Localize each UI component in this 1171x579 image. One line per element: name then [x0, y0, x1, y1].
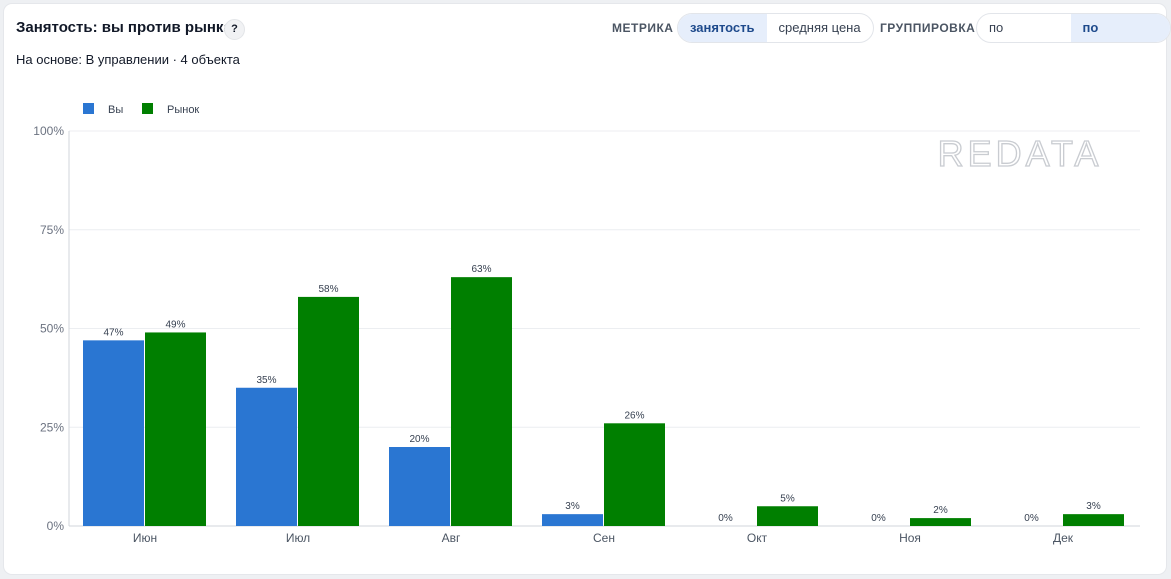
data-label: 3% [1086, 501, 1101, 512]
bar [451, 277, 512, 526]
data-label: 0% [718, 513, 733, 524]
y-tick-label: 50% [40, 322, 64, 336]
y-tick-label: 75% [40, 223, 64, 237]
y-tick-label: 100% [33, 124, 64, 138]
x-tick-label: Ноя [899, 531, 921, 545]
data-label: 58% [318, 284, 338, 295]
bar [604, 423, 665, 526]
y-tick-label: 25% [40, 420, 64, 434]
bar [236, 387, 297, 526]
bar [83, 340, 144, 526]
data-label: 0% [871, 513, 886, 524]
data-label: 63% [471, 264, 491, 275]
legend-swatch [142, 103, 153, 114]
bar [910, 518, 971, 526]
bar [1063, 514, 1124, 526]
bar [757, 506, 818, 526]
legend-label: Рынок [167, 104, 199, 116]
bar [298, 296, 359, 526]
data-label: 2% [933, 505, 948, 516]
watermark-logo: REDATA [938, 133, 1103, 174]
bar-chart: REDATA 0% 25% 50% 75% 100% 47% 49% Июн 35% 58% Июл… [33, 103, 1140, 545]
x-tick-label: Дек [1053, 531, 1074, 545]
x-tick-label: Сен [593, 531, 615, 545]
legend-label: Вы [108, 104, 123, 116]
legend-swatch [83, 103, 94, 114]
data-label: 35% [256, 375, 276, 386]
bar [542, 514, 603, 526]
data-label: 47% [103, 327, 123, 338]
x-tick-label: Окт [747, 531, 768, 545]
data-label: 49% [165, 319, 185, 330]
x-tick-label: Июн [133, 531, 157, 545]
x-tick-label: Авг [442, 531, 461, 545]
bar [389, 447, 450, 526]
data-label: 3% [565, 501, 580, 512]
y-tick-label: 0% [47, 519, 65, 533]
bar [145, 332, 206, 526]
data-label: 0% [1024, 513, 1039, 524]
x-tick-label: Июл [286, 531, 310, 545]
data-label: 5% [780, 493, 795, 504]
data-label: 20% [409, 434, 429, 445]
data-label: 26% [624, 410, 644, 421]
